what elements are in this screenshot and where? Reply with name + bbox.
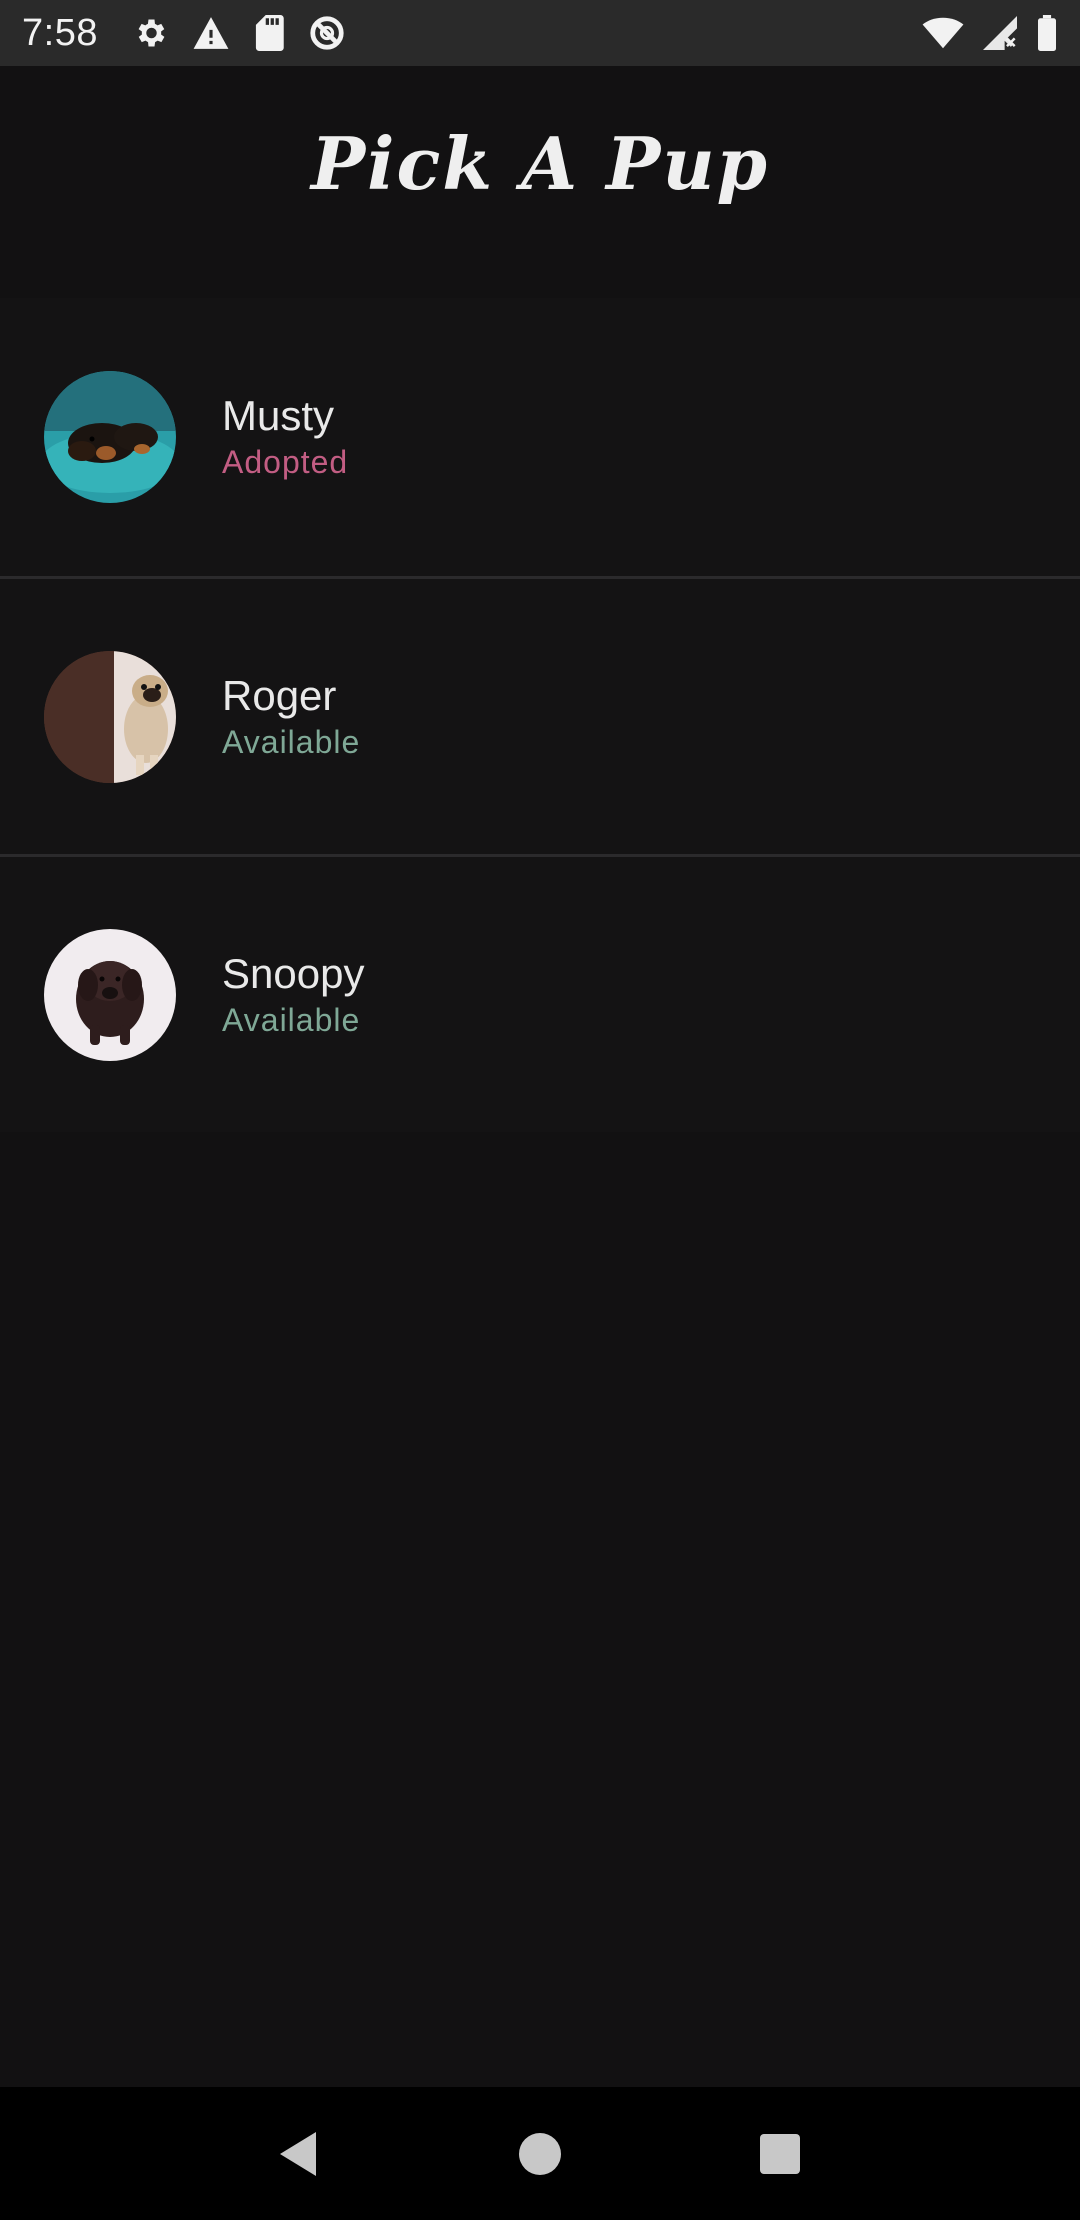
data-saver-icon [308,14,346,52]
pup-status: Available [222,723,361,760]
pup-status: Available [222,1001,361,1038]
navigation-bar [0,2087,1080,2220]
status-bar: 7:58 [0,0,1080,66]
app-title: Pick A Pup [310,121,770,206]
status-icons-left [132,14,346,52]
pup-list-item[interactable]: Roger Available [0,576,1080,854]
status-time: 7:58 [22,11,98,54]
pup-name: Roger [222,671,337,719]
wifi-icon [922,16,964,50]
avatar [44,650,176,783]
gear-icon [132,15,168,51]
warning-icon [192,15,230,51]
pup-text: Roger Available [222,671,360,763]
back-icon[interactable] [279,2131,320,2176]
pup-list[interactable]: Musty Adopted Roger Available Snoopy Ava… [0,298,1080,1132]
pup-text: Musty Adopted [222,391,348,483]
recents-icon[interactable] [760,2133,801,2174]
pup-list-item[interactable]: Musty Adopted [0,298,1080,576]
home-icon[interactable] [518,2132,561,2175]
app-screen: Pick A Pup Musty Adopted Roger Available… [0,66,1080,2087]
pup-name: Musty [222,392,335,439]
pup-text: Snoopy Available [222,949,364,1041]
title-bar: Pick A Pup [0,66,1080,241]
pup-status: Adopted [222,444,349,480]
avatar [44,928,176,1061]
pug-photo [44,650,176,783]
pup-list-item[interactable]: Snoopy Available [0,854,1080,1132]
pup-name: Snoopy [222,949,365,997]
sd-card-icon [254,15,284,51]
signal-icon [982,16,1018,50]
chocolate-lab-photo [44,928,176,1061]
battery-icon [1036,15,1058,51]
status-icons-right [922,15,1058,51]
avatar [44,371,176,503]
dachshund-photo [44,371,176,503]
